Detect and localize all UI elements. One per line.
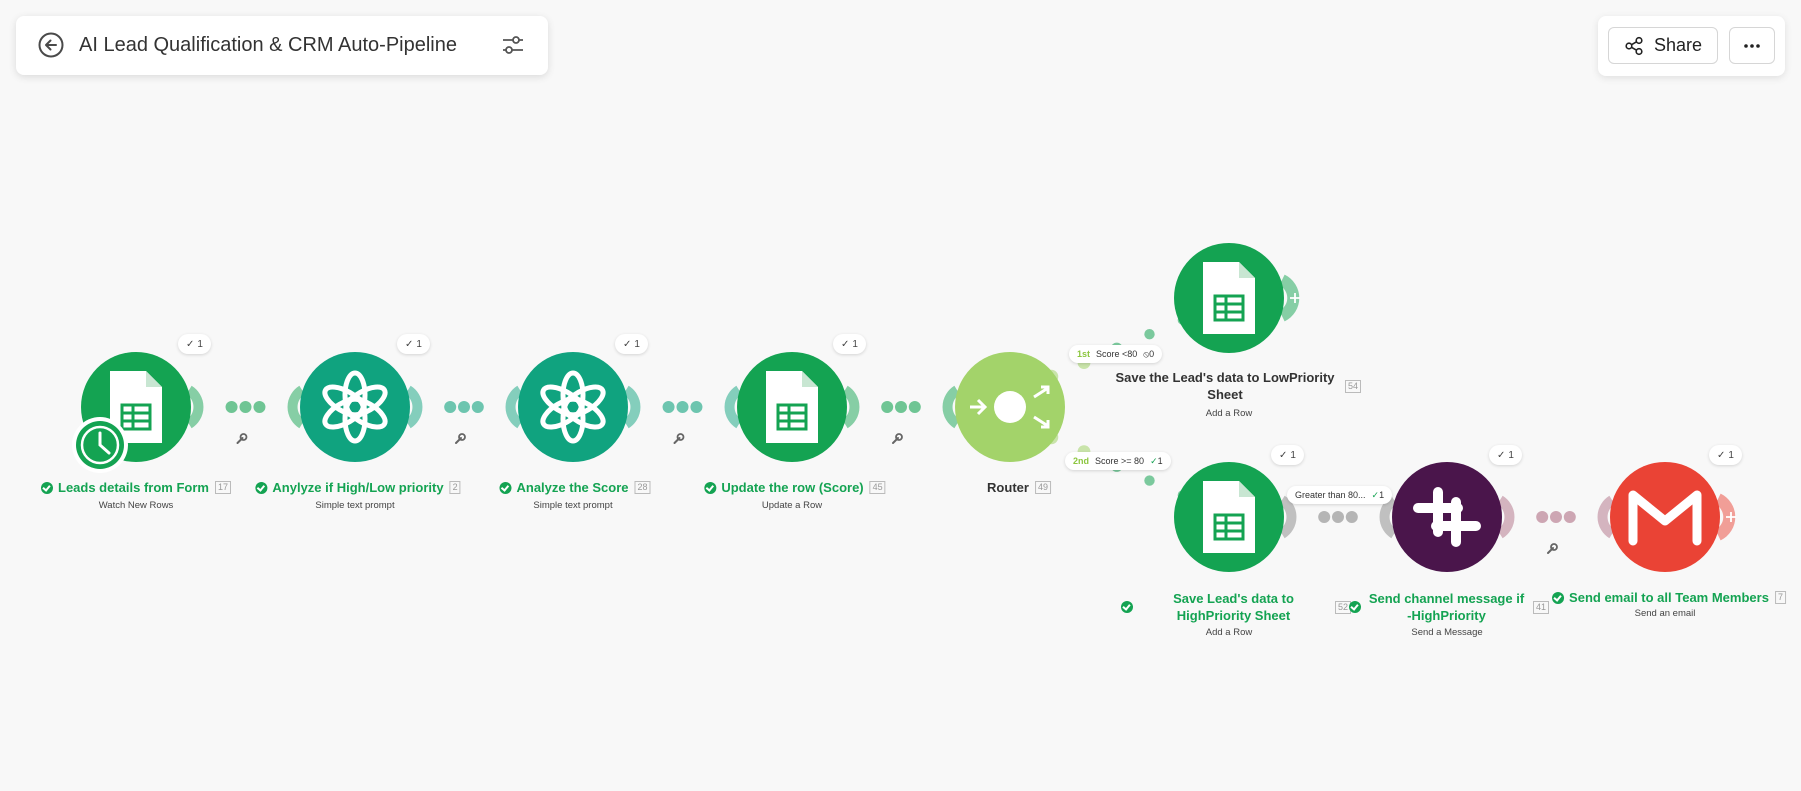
module-title-analyze-priority[interactable]: Anylyze if High/Low priority 2 <box>255 480 461 495</box>
scenario-header: AI Lead Qualification & CRM Auto-Pipelin… <box>16 16 548 75</box>
module-subtitle-analyze-priority: Simple text prompt <box>315 500 395 511</box>
module-low-priority-sheet[interactable] <box>1174 243 1284 353</box>
check-icon: ✓ <box>1497 449 1506 461</box>
module-title-high-priority-sheet[interactable]: Save Lead's data to HighPriority Sheet 5… <box>1121 590 1351 624</box>
check-icon: ✓ <box>841 338 850 350</box>
add-module-plus-icon[interactable] <box>1714 493 1736 541</box>
check-circle-icon: ✓1 <box>1371 489 1385 500</box>
module-number: 49 <box>1034 481 1051 494</box>
module-subtitle-high-priority-sheet: Add a Row <box>1205 627 1253 638</box>
module-title-gmail[interactable]: Send email to all Team Members 7 <box>1552 590 1786 605</box>
module-number: 45 <box>869 481 886 494</box>
module-number: 17 <box>214 481 231 494</box>
ops-badge[interactable]: ✓ 1 <box>615 334 648 354</box>
scenario-title[interactable]: AI Lead Qualification & CRM Auto-Pipelin… <box>79 34 457 57</box>
module-subtitle-analyze-score: Simple text prompt <box>533 500 613 511</box>
check-icon: ✓ <box>1279 449 1288 461</box>
success-check-icon <box>255 481 268 494</box>
success-check-icon <box>41 481 53 494</box>
check-icon: ✓ <box>405 338 414 350</box>
modules-layer <box>72 243 1736 572</box>
filter-greater-than[interactable]: Greater than 80... ✓1 <box>1287 486 1393 504</box>
sliders-icon <box>503 36 523 54</box>
ops-badge[interactable]: ✓ 1 <box>1709 445 1742 465</box>
google-sheets-icon <box>1203 262 1255 334</box>
module-title-low-priority-sheet[interactable]: Save the Lead's data to LowPriority Shee… <box>1111 369 1361 403</box>
module-number: 28 <box>634 481 651 494</box>
google-sheets-icon <box>766 371 818 443</box>
module-subtitle-gmail: Send an email <box>1634 608 1696 619</box>
module-title-analyze-score[interactable]: Analyze the Score 28 <box>499 480 651 495</box>
success-check-icon <box>499 481 512 494</box>
ops-badge[interactable]: ✓ 1 <box>397 334 430 354</box>
check-icon: ✓ <box>1717 449 1726 461</box>
share-button[interactable]: Share <box>1608 27 1718 64</box>
blocked-icon: ⦸0 <box>1143 348 1155 359</box>
module-number: 7 <box>1774 591 1786 604</box>
module-high-priority-sheet[interactable] <box>1174 462 1284 572</box>
top-actions: Share <box>1598 16 1785 76</box>
module-title-slack[interactable]: Send channel message if -HighPriority 41 <box>1349 590 1549 624</box>
module-subtitle-update-row: Update a Row <box>761 500 823 511</box>
module-number: 41 <box>1532 600 1549 614</box>
check-circle-icon: ✓1 <box>1150 455 1163 466</box>
scenario-canvas[interactable] <box>0 0 1801 791</box>
ops-badge[interactable]: ✓ 1 <box>1489 445 1522 465</box>
module-router[interactable] <box>955 352 1065 462</box>
success-check-icon <box>1121 601 1133 613</box>
module-number: 54 <box>1344 379 1361 393</box>
ops-badge[interactable]: ✓ 1 <box>178 334 211 354</box>
module-subtitle-leads-form: Watch New Rows <box>98 500 174 511</box>
check-icon: ✓ <box>186 338 195 350</box>
route-filter-high[interactable]: 2nd Score >= 80 ✓1 <box>1065 452 1171 470</box>
module-title-update-row[interactable]: Update the row (Score) 45 <box>704 480 886 495</box>
settings-button[interactable] <box>500 32 526 58</box>
module-title-leads-form[interactable]: Leads details from Form 17 <box>41 480 231 495</box>
route-filter-low[interactable]: 1st Score <80 ⦸0 <box>1069 345 1163 363</box>
success-check-icon <box>1349 601 1361 613</box>
success-check-icon <box>704 481 717 494</box>
back-button[interactable] <box>36 30 66 60</box>
ops-badge[interactable]: ✓ 1 <box>833 334 866 354</box>
share-icon <box>1625 36 1643 55</box>
check-icon: ✓ <box>623 338 632 350</box>
module-title-router[interactable]: Router 49 <box>987 480 1051 495</box>
more-horizontal-icon <box>1744 43 1760 48</box>
schedule-clock-icon[interactable] <box>72 417 128 473</box>
success-check-icon <box>1552 591 1565 604</box>
add-module-plus-icon[interactable] <box>1278 274 1300 322</box>
module-subtitle-low-priority-sheet: Add a Row <box>1205 408 1253 419</box>
ops-badge[interactable]: ✓ 1 <box>1271 445 1304 465</box>
module-update-row[interactable] <box>737 352 847 462</box>
module-subtitle-slack: Send a Message <box>1411 627 1483 638</box>
share-label: Share <box>1653 35 1703 55</box>
module-analyze-priority[interactable] <box>300 352 410 462</box>
google-sheets-icon <box>1203 481 1255 553</box>
module-slack[interactable] <box>1392 462 1502 572</box>
arrow-left-circle-icon <box>38 32 64 58</box>
module-gmail[interactable] <box>1610 462 1720 572</box>
module-analyze-score[interactable] <box>518 352 628 462</box>
more-options-button[interactable] <box>1729 27 1775 64</box>
module-number: 2 <box>449 481 461 494</box>
